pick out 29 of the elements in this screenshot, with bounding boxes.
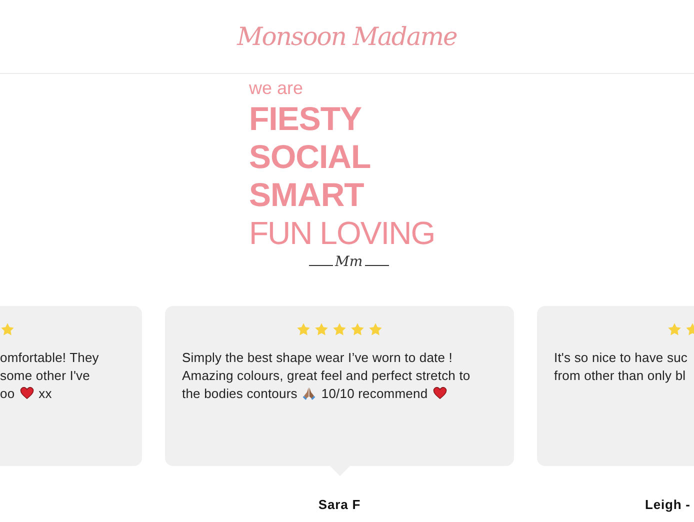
review-text: It's so nice to have suc <box>554 350 688 364</box>
star-icon <box>368 322 383 337</box>
hero-heading: SOCIAL <box>249 138 372 176</box>
star-icon <box>667 322 682 337</box>
star-icon <box>296 322 311 337</box>
star-icon <box>0 322 15 337</box>
review-text: the bodies contours <box>182 386 298 400</box>
review-text: from other than only bl <box>554 368 686 382</box>
star-icon <box>314 322 329 337</box>
star-icon <box>332 322 347 337</box>
review-text: Amazing colours, great feel and perfect stretch to <box>182 368 470 382</box>
hero-heading: FIESTY <box>249 100 363 138</box>
review-text: omfortable! They <box>0 350 99 364</box>
review-text: Simply the best shape wear I’ve worn to date ! <box>182 350 453 364</box>
hero-heading: SMART <box>249 176 365 214</box>
review-text: xx <box>38 386 52 400</box>
heart-icon <box>20 386 34 400</box>
review-text: 10/10 recommend <box>321 386 428 400</box>
logo[interactable]: Monsoon Madame <box>237 22 457 51</box>
heart-icon <box>432 386 447 400</box>
review-author: Leigh - <box>645 497 690 512</box>
praying-hands-icon <box>302 386 316 400</box>
hero-heading: FUN LOVING <box>249 214 436 252</box>
hero-intro: we are <box>249 78 304 98</box>
review-text: some other I've <box>0 368 90 382</box>
star-icon <box>350 322 365 337</box>
review-text: oo <box>0 386 15 400</box>
review-author: Sara F <box>318 497 361 512</box>
signature: Mm <box>335 254 363 270</box>
